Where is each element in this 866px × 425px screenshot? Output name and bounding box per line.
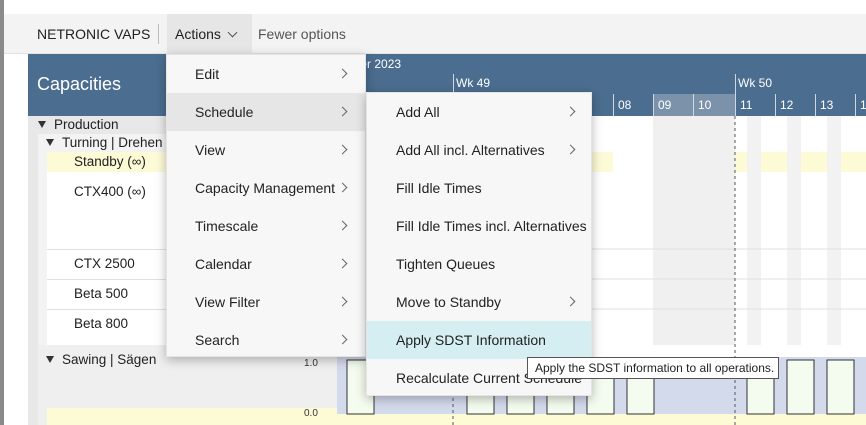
load-tick-max: 1.0 (304, 358, 318, 369)
actions-menu: Edit Schedule View Capacity Management Times… (166, 54, 366, 357)
capacities-title: Capacities (37, 74, 122, 94)
load-bar (786, 359, 815, 415)
actions-label: Actions (175, 26, 221, 42)
menu-item-move-to-standby[interactable]: Move to Standby (367, 283, 591, 321)
window-edge (0, 0, 4, 425)
menu-item-fill-idle-times-incl-alternatives[interactable]: Fill Idle Times incl. Alternatives (367, 207, 591, 245)
chevron-right-icon (337, 296, 348, 307)
day-column (613, 116, 653, 345)
app-name: NETRONIC VAPS (37, 26, 151, 42)
menu-item-label: Capacity Management (195, 180, 336, 196)
menu-item-label: Edit (195, 66, 220, 82)
menu-item-label: Search (195, 332, 240, 348)
chevron-right-icon (565, 106, 576, 117)
sawing-standby-lane (337, 414, 866, 425)
menu-item-label: Apply SDST Information (396, 332, 546, 348)
chevron-right-icon (337, 144, 348, 155)
chevron-right-icon (337, 220, 348, 231)
day-11: 11 (735, 94, 775, 116)
menu-item-label: View (195, 142, 226, 158)
tree-label-turning: Turning | Drehen (62, 135, 163, 150)
menu-item-label: Fill Idle Times (396, 180, 482, 196)
week-label-49: Wk 49 (456, 76, 491, 90)
chevron-right-icon (565, 144, 576, 155)
toolbar-separator (158, 24, 159, 44)
tree-label-beta800: Beta 800 (74, 316, 129, 331)
tree-label-production: Production (54, 117, 119, 132)
weekend-column (693, 116, 735, 345)
day-10: 10 (693, 94, 735, 116)
tree-label-ctx2500: CTX 2500 (74, 256, 135, 271)
chevron-right-icon (337, 334, 348, 345)
idle-stripe (747, 116, 761, 345)
weekend-column (653, 116, 693, 345)
chevron-right-icon (337, 258, 348, 269)
menu-item-calendar[interactable]: Calendar (167, 245, 365, 283)
menu-item-search[interactable]: Search (167, 321, 365, 359)
tree-label-standby: Standby (∞) (74, 154, 146, 169)
week-label-50: Wk 50 (738, 76, 773, 90)
idle-stripe (827, 116, 841, 345)
app-window: NETRONIC VAPS Actions Fewer options Capa… (0, 0, 866, 425)
day-12: 12 (775, 94, 815, 116)
actions-button[interactable]: Actions (167, 14, 252, 54)
menu-item-edit[interactable]: Edit (167, 55, 365, 93)
menu-item-label: Move to Standby (396, 294, 502, 310)
day-08: 08 (613, 94, 653, 116)
menu-item-view[interactable]: View (167, 131, 365, 169)
fewer-options-button[interactable]: Fewer options (258, 14, 346, 54)
menu-item-label: Schedule (195, 104, 254, 120)
chevron-right-icon (565, 296, 576, 307)
sawing-standby-bg (47, 408, 337, 425)
menu-item-label: Fill Idle Times incl. Alternatives (396, 218, 587, 234)
menu-item-add-all-incl-alternatives[interactable]: Add All incl. Alternatives (367, 131, 591, 169)
top-band (4, 0, 866, 14)
chevron-right-icon (337, 68, 348, 79)
menu-item-label: View Filter (195, 294, 261, 310)
menu-item-label: Tighten Queues (396, 256, 496, 272)
menu-item-label: Add All incl. Alternatives (396, 142, 545, 158)
menu-item-view-filter[interactable]: View Filter (167, 283, 365, 321)
menu-item-schedule[interactable]: Schedule (167, 93, 365, 131)
toolbar: NETRONIC VAPS Actions Fewer options (4, 14, 866, 54)
chevron-right-icon (337, 182, 348, 193)
day-13: 13 (815, 94, 855, 116)
menu-item-capacity-management[interactable]: Capacity Management (167, 169, 365, 207)
tree-label-sawing: Sawing | Sägen (62, 352, 157, 367)
chevron-down-icon (227, 27, 238, 38)
collapse-triangle-icon[interactable] (46, 356, 54, 363)
menu-item-fill-idle-times[interactable]: Fill Idle Times (367, 169, 591, 207)
load-tick-min: 0.0 (304, 408, 318, 419)
load-bar (826, 359, 855, 415)
collapse-triangle-icon[interactable] (38, 121, 46, 128)
tooltip: Apply the SDST information to all operat… (527, 357, 779, 379)
menu-item-tighten-queues[interactable]: Tighten Queues (367, 245, 591, 283)
menu-item-label: Add All (396, 104, 440, 120)
schedule-submenu: Add All Add All incl. Alternatives Fill Id… (366, 92, 592, 396)
idle-stripe (787, 116, 801, 345)
menu-item-label: Calendar (195, 256, 252, 272)
menu-item-add-all[interactable]: Add All (367, 93, 591, 131)
menu-item-label: Timescale (195, 218, 259, 234)
chevron-right-icon (337, 106, 348, 117)
day-09: 09 (653, 94, 693, 116)
tree-label-ctx400: CTX400 (∞) (74, 184, 146, 199)
menu-item-apply-sdst-information[interactable]: Apply SDST Information (367, 321, 591, 359)
menu-item-timescale[interactable]: Timescale (167, 207, 365, 245)
tree-label-beta500: Beta 500 (74, 286, 129, 301)
collapse-triangle-icon[interactable] (46, 139, 54, 146)
day-14: 1 (855, 94, 866, 116)
